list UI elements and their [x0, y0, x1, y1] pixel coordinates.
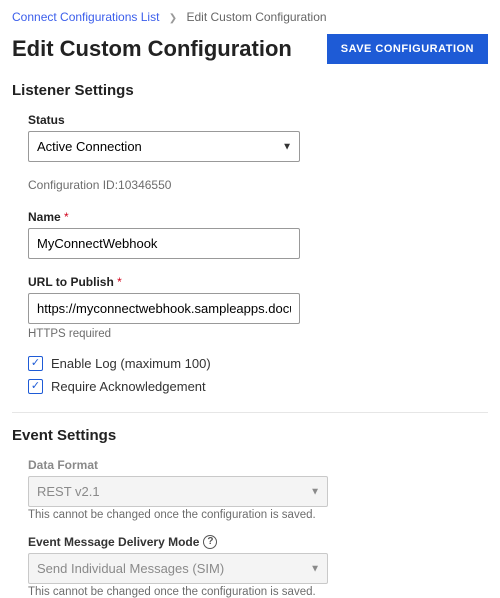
url-to-publish-input[interactable]: [28, 293, 300, 324]
section-divider: [12, 412, 488, 413]
breadcrumb: Connect Configurations List ❯ Edit Custo…: [12, 10, 488, 24]
status-select[interactable]: Active Connection: [28, 131, 300, 162]
data-format-helper: This cannot be changed once the configur…: [28, 509, 488, 521]
delivery-mode-label: Event Message Delivery Mode ?: [28, 535, 488, 549]
chevron-right-icon: ❯: [169, 13, 177, 24]
url-to-publish-label: URL to Publish *: [28, 275, 488, 289]
breadcrumb-current: Edit Custom Configuration: [187, 10, 327, 24]
status-label: Status: [28, 113, 488, 127]
name-input[interactable]: [28, 228, 300, 259]
breadcrumb-back-link[interactable]: Connect Configurations List: [12, 10, 159, 24]
check-icon: ✓: [31, 381, 40, 392]
enable-log-checkbox[interactable]: ✓: [28, 356, 43, 371]
event-settings-heading: Event Settings: [12, 427, 488, 444]
url-helper-text: HTTPS required: [28, 328, 488, 340]
data-format-select: REST v2.1 ▼: [28, 476, 328, 507]
data-format-label: Data Format: [28, 458, 488, 472]
require-ack-label: Require Acknowledgement: [51, 379, 206, 394]
require-ack-checkbox[interactable]: ✓: [28, 379, 43, 394]
help-icon[interactable]: ?: [203, 535, 217, 549]
name-label: Name *: [28, 210, 488, 224]
configuration-id-text: Configuration ID:10346550: [28, 178, 488, 192]
enable-log-label: Enable Log (maximum 100): [51, 356, 211, 371]
check-icon: ✓: [31, 358, 40, 369]
page-title: Edit Custom Configuration: [12, 36, 292, 62]
save-configuration-button[interactable]: SAVE CONFIGURATION: [327, 34, 488, 64]
listener-settings-heading: Listener Settings: [12, 82, 488, 99]
delivery-mode-select: Send Individual Messages (SIM) ▼: [28, 553, 328, 584]
